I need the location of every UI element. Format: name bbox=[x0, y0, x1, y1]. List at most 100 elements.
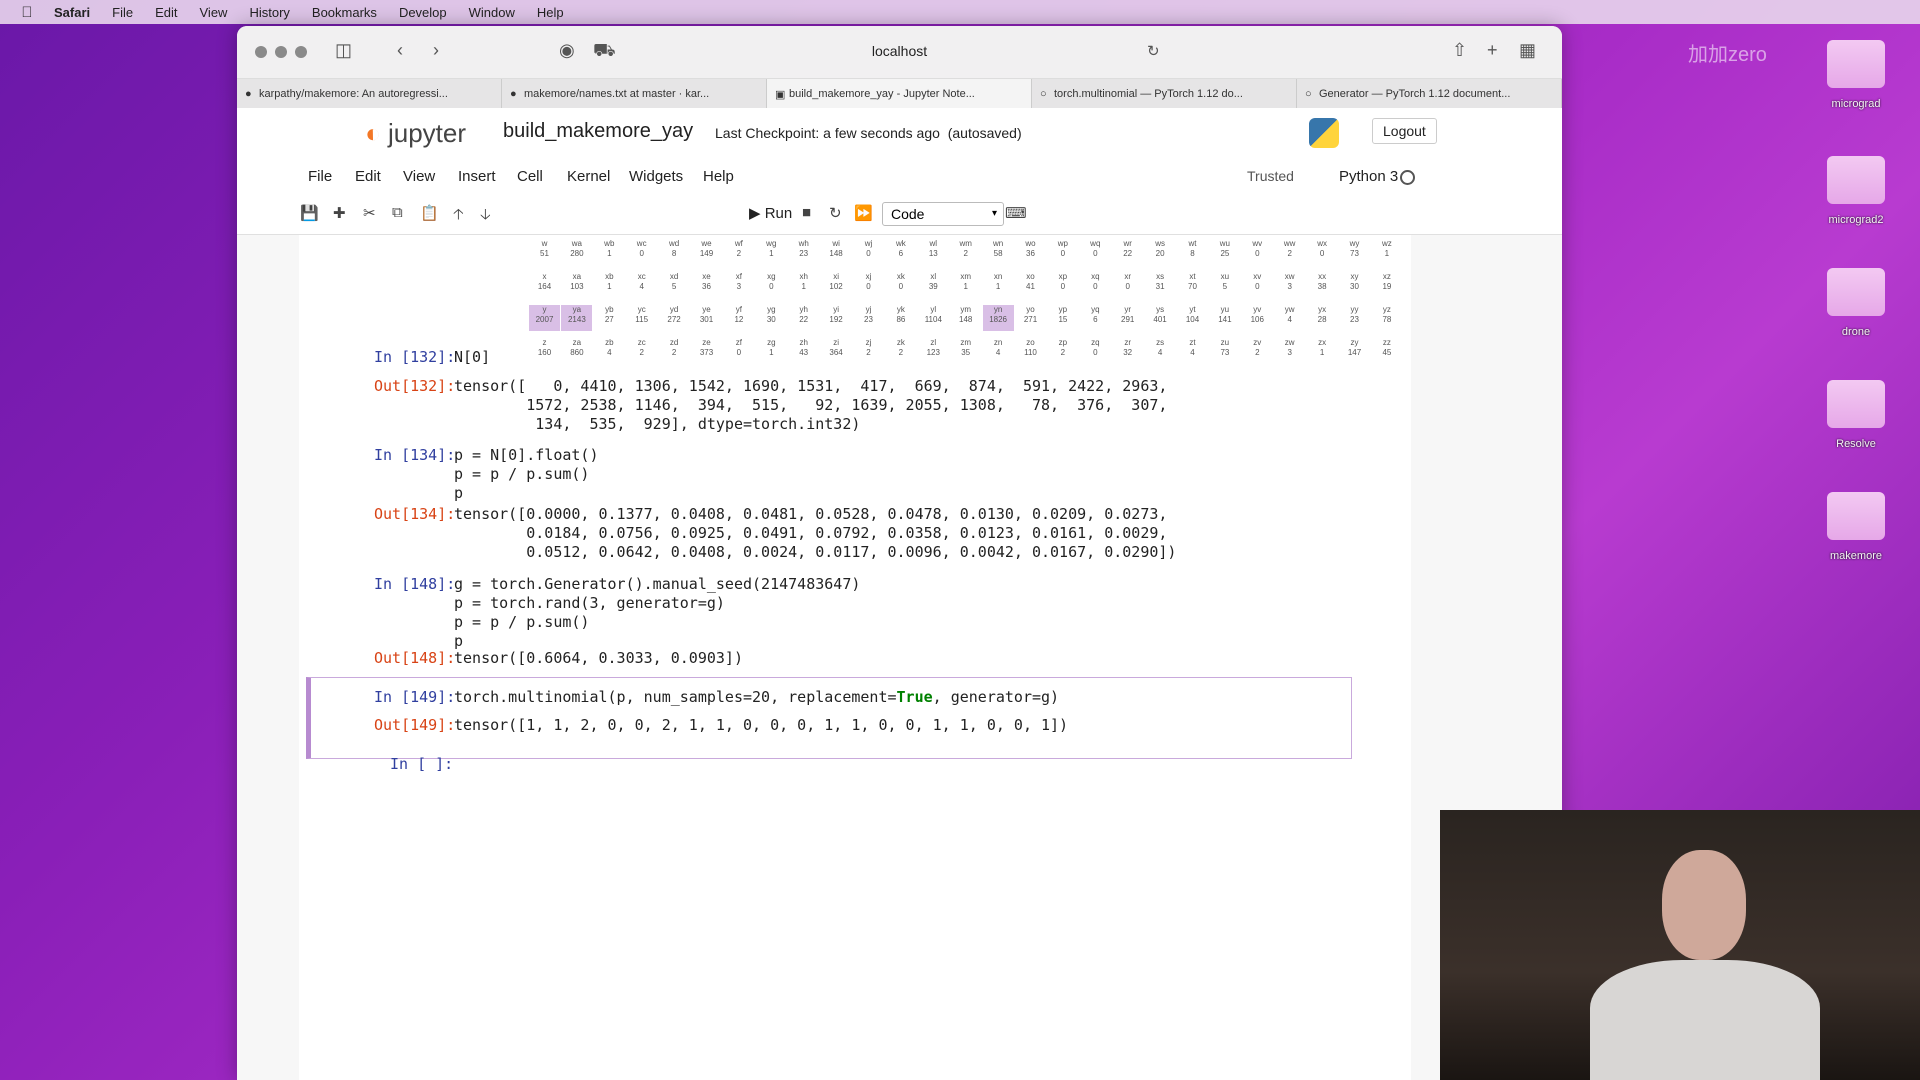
bigram-cell: yl 1104 bbox=[918, 305, 949, 331]
menu-widgets[interactable]: Widgets bbox=[629, 168, 683, 185]
copy-icon[interactable]: ⧉ bbox=[392, 204, 403, 221]
bigram-label: y bbox=[542, 305, 547, 314]
cell-code[interactable]: g = torch.Generator().manual_seed(214748… bbox=[454, 575, 860, 651]
restart-icon[interactable]: ↻ bbox=[829, 204, 842, 222]
menubar-app-name[interactable]: Safari bbox=[54, 5, 90, 20]
bigram-cell: wl 13 bbox=[918, 239, 949, 265]
webcam-video bbox=[1440, 810, 1920, 1080]
bigram-count: 1 bbox=[607, 249, 612, 258]
macos-menubar:  Safari File Edit View History Bookmark… bbox=[0, 0, 1920, 24]
jupyter-logo[interactable]: ◐ jupyter bbox=[365, 118, 466, 149]
bigram-count: 0 bbox=[866, 282, 871, 291]
bigram-label: zw bbox=[1284, 338, 1295, 347]
empty-cell-editor[interactable] bbox=[454, 751, 1344, 777]
notebook-title[interactable]: build_makemore_yay bbox=[503, 120, 693, 143]
jupyter-menu: File Edit View Insert Cell Kernel Widget… bbox=[237, 158, 1562, 196]
reload-icon[interactable]: ↻ bbox=[1147, 42, 1160, 60]
bigram-cell: xm 1 bbox=[950, 272, 981, 298]
tab-makemore-repo[interactable]: ● karpathy/makemore: An autoregressi... bbox=[237, 79, 502, 109]
trusted-indicator[interactable]: Trusted bbox=[1247, 168, 1294, 184]
bigram-cell: zr 32 bbox=[1112, 338, 1143, 364]
bigram-count: 35 bbox=[961, 348, 971, 357]
run-button[interactable]: ▶ Run bbox=[749, 204, 792, 222]
bigram-count: 31 bbox=[1155, 282, 1165, 291]
bigram-label: xx bbox=[1318, 272, 1327, 281]
menu-kernel[interactable]: Kernel bbox=[567, 168, 610, 185]
bigram-count: 5 bbox=[671, 282, 677, 291]
tab-names-txt[interactable]: ● makemore/names.txt at master · kar... bbox=[502, 79, 767, 109]
menu-cell[interactable]: Cell bbox=[517, 168, 543, 185]
kernel-name[interactable]: Python 3 bbox=[1339, 168, 1398, 185]
save-icon[interactable]: 💾 bbox=[300, 204, 319, 222]
menubar-window[interactable]: Window bbox=[469, 5, 515, 20]
bigram-label: yk bbox=[896, 305, 905, 314]
menubar-help[interactable]: Help bbox=[537, 5, 564, 20]
menu-view[interactable]: View bbox=[403, 168, 435, 185]
menubar-view[interactable]: View bbox=[200, 5, 228, 20]
bigram-label: yd bbox=[669, 305, 679, 314]
bigram-count: 2 bbox=[898, 348, 904, 357]
bigram-label: zf bbox=[735, 338, 742, 347]
bigram-count: 51 bbox=[540, 249, 549, 258]
apple-icon[interactable]:  bbox=[14, 4, 40, 21]
desktop-folder-micrograd2[interactable]: micrograd2 bbox=[1825, 156, 1887, 226]
bigram-cell: wu 25 bbox=[1209, 239, 1240, 265]
bigram-count: 0 bbox=[1125, 282, 1130, 291]
cell-type-select[interactable]: Code ▾ bbox=[882, 202, 1004, 226]
bigram-cell: w 51 bbox=[529, 239, 560, 265]
bigram-label: zi bbox=[833, 338, 839, 347]
desktop-folder-makemore[interactable]: makemore bbox=[1825, 492, 1887, 562]
cell-code[interactable]: p = N[0].float() p = p / p.sum() p bbox=[454, 446, 599, 503]
bigram-count: 70 bbox=[1188, 282, 1197, 291]
desktop-folder-resolve[interactable]: Resolve bbox=[1825, 380, 1887, 450]
tab-jupyter-notebook[interactable]: ▣ build_makemore_yay - Jupyter Note... bbox=[767, 79, 1032, 109]
restart-run-all-icon[interactable]: ⏩ bbox=[854, 204, 873, 222]
add-cell-icon[interactable]: ✚ bbox=[333, 204, 346, 222]
bigram-label: wk bbox=[896, 239, 906, 248]
cell-code[interactable]: N[0] bbox=[454, 348, 490, 367]
bigram-count: 4 bbox=[639, 282, 644, 291]
menubar-file[interactable]: File bbox=[112, 5, 133, 20]
share-icon[interactable]: ⇧ bbox=[1452, 40, 1467, 61]
checkpoint-text: Last Checkpoint: a few seconds ago bbox=[715, 125, 940, 141]
bigram-count: 148 bbox=[829, 249, 843, 258]
bigram-count: 45 bbox=[1382, 348, 1392, 357]
cell-code[interactable]: torch.multinomial(p, num_samples=20, rep… bbox=[454, 688, 1059, 707]
address-bar[interactable]: localhost bbox=[237, 43, 1562, 59]
menubar-bookmarks[interactable]: Bookmarks bbox=[312, 5, 377, 20]
tab-torch-multinomial[interactable]: ○ torch.multinomial — PyTorch 1.12 do... bbox=[1032, 79, 1297, 109]
bigram-cell: yx 28 bbox=[1307, 305, 1338, 331]
folder-icon bbox=[1827, 380, 1885, 428]
bigram-count: 147 bbox=[1347, 348, 1362, 357]
tab-overview-icon[interactable]: ▦ bbox=[1519, 40, 1536, 61]
new-tab-icon[interactable]: + bbox=[1487, 40, 1498, 61]
bigram-label: zu bbox=[1220, 338, 1230, 347]
bigram-cell: wg 1 bbox=[756, 239, 787, 265]
move-up-icon[interactable]: 🡡 bbox=[453, 204, 464, 229]
bigram-label: zd bbox=[669, 338, 679, 347]
github-icon: ● bbox=[510, 88, 517, 100]
desktop-folder-micrograd[interactable]: micrograd bbox=[1825, 40, 1887, 110]
move-down-icon[interactable]: 🡣 bbox=[480, 204, 491, 229]
desktop-folder-drone[interactable]: drone bbox=[1825, 268, 1887, 338]
bigram-label: x bbox=[542, 272, 547, 281]
tab-torch-generator[interactable]: ○ Generator — PyTorch 1.12 document... bbox=[1297, 79, 1562, 109]
bigram-label: wv bbox=[1252, 239, 1263, 248]
bigram-cell: wo 36 bbox=[1015, 239, 1046, 265]
paste-icon[interactable]: 📋 bbox=[420, 204, 439, 222]
menubar-edit[interactable]: Edit bbox=[155, 5, 177, 20]
bigram-cell: wt 8 bbox=[1177, 239, 1208, 265]
stop-icon[interactable]: ■ bbox=[802, 204, 811, 221]
logout-button[interactable]: Logout bbox=[1372, 118, 1437, 144]
cut-icon[interactable]: ✂ bbox=[363, 204, 376, 222]
bigram-label: xq bbox=[1091, 272, 1100, 281]
menu-help[interactable]: Help bbox=[703, 168, 734, 185]
menubar-history[interactable]: History bbox=[249, 5, 289, 20]
bigram-count: 860 bbox=[570, 348, 584, 357]
menubar-develop[interactable]: Develop bbox=[399, 5, 447, 20]
bigram-count: 2 bbox=[736, 249, 742, 258]
menu-insert[interactable]: Insert bbox=[458, 168, 496, 185]
menu-file[interactable]: File bbox=[308, 168, 332, 185]
menu-edit[interactable]: Edit bbox=[355, 168, 381, 185]
keyboard-icon[interactable]: ⌨ bbox=[1005, 204, 1027, 222]
